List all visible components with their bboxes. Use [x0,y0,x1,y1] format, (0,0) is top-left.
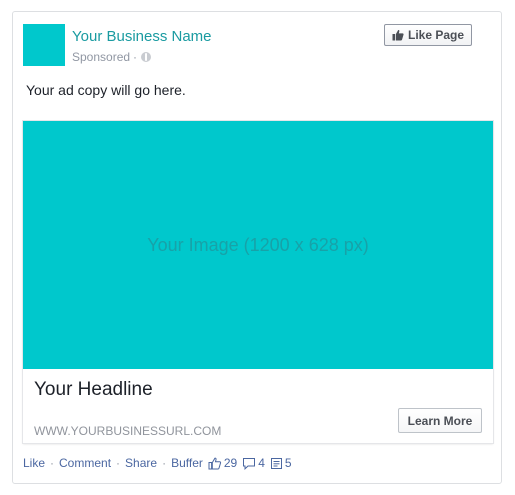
learn-more-button[interactable]: Learn More [398,408,482,433]
sponsored-post-card: Your Business Name Sponsored · Like Page… [12,11,502,484]
action-separator: · [50,456,55,470]
like-count: 29 [223,456,238,470]
like-page-label: Like Page [407,28,465,42]
like-link[interactable]: Like [23,456,45,470]
share-link[interactable]: Share [125,456,157,470]
thumbs-up-icon [392,29,404,41]
share-counter[interactable]: 5 [270,456,292,470]
ad-copy-text: Your ad copy will go here. [26,82,186,98]
comment-counter[interactable]: 4 [242,456,265,470]
business-name-link[interactable]: Your Business Name [72,28,212,45]
like-counter[interactable]: 29 [208,456,237,470]
ad-image-placeholder[interactable]: Your Image (1200 x 628 px) [23,121,493,369]
action-separator: · [116,456,121,470]
share-count: 5 [284,456,292,470]
ad-headline[interactable]: Your Headline [34,379,153,401]
buffer-link[interactable]: Buffer [171,456,203,470]
post-meta: Sponsored · [72,50,152,64]
meta-separator: · [133,50,138,64]
thumbs-up-icon [208,457,221,469]
ad-attachment[interactable]: Your Image (1200 x 628 px) Your Headline… [23,121,493,443]
action-separator: · [162,456,167,470]
comment-icon [243,457,256,470]
like-page-button[interactable]: Like Page [384,24,472,46]
sponsored-label: Sponsored [72,50,131,64]
ad-url: WWW.YOURBUSINESSURL.COM [34,424,222,438]
comment-count: 4 [258,456,265,470]
post-actions-bar: Like · Comment · Share · Buffer 29 4 5 [23,456,292,470]
comment-link[interactable]: Comment [59,456,111,470]
globe-icon [141,52,152,62]
ad-image-label: Your Image (1200 x 628 px) [147,234,369,255]
page-avatar[interactable] [23,24,65,66]
share-icon [270,457,282,469]
